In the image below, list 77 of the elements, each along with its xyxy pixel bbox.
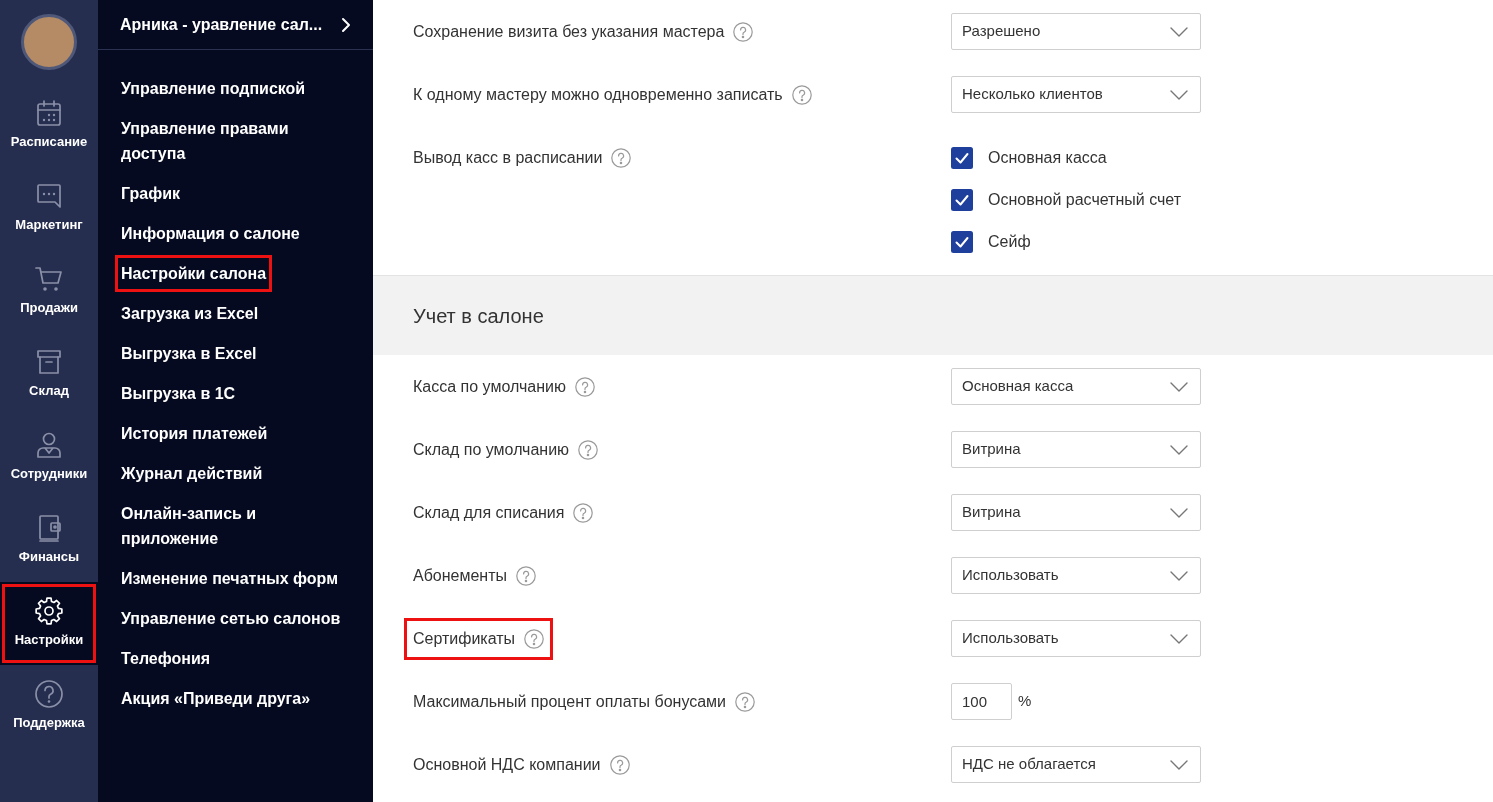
checkbox-label: Сейф xyxy=(988,232,1031,252)
rail-nav-item[interactable]: Продажи xyxy=(0,250,98,333)
sidebar-menu-item[interactable]: Журнал действий xyxy=(115,455,269,492)
calendar-icon xyxy=(34,98,64,128)
rail-nav-item[interactable]: Поддержка xyxy=(0,665,98,748)
chevron-down-icon xyxy=(1170,381,1188,392)
help-icon[interactable] xyxy=(735,691,756,712)
rail-nav-item[interactable]: Сотрудники xyxy=(0,416,98,499)
avatar xyxy=(21,14,77,70)
rail-nav-item[interactable]: Расписание xyxy=(0,84,98,167)
sidebar-menu-item[interactable]: Управление подпиской xyxy=(115,70,312,107)
dropdown[interactable]: Несколько клиентов xyxy=(951,76,1201,113)
setting-label: Максимальный процент оплаты бонусами xyxy=(413,691,727,712)
sidebar-menu-item[interactable]: Управление сетью салонов xyxy=(115,600,347,637)
chevron-down-icon xyxy=(1170,633,1188,644)
chevron-right-icon xyxy=(341,16,351,33)
setting-label: Сохранение визита без указания мастера xyxy=(413,21,725,42)
chevron-down-icon xyxy=(1170,26,1188,37)
help-icon[interactable] xyxy=(611,148,632,168)
dropdown[interactable]: Витрина xyxy=(951,494,1201,531)
chat-bubble-icon xyxy=(34,181,64,211)
dropdown[interactable]: Витрина xyxy=(951,431,1201,468)
number-field[interactable]: 100 xyxy=(951,683,1012,720)
checkbox[interactable] xyxy=(951,147,973,169)
help-icon[interactable] xyxy=(573,502,594,523)
dropdown[interactable]: Использовать xyxy=(951,557,1201,594)
setting-label: Склад для списания xyxy=(413,502,565,523)
setting-label: К одному мастеру можно одновременно записать xyxy=(413,84,783,105)
sidebar-menu-item[interactable]: Акция «Приведи друга» xyxy=(115,680,317,717)
sidebar-menu-item[interactable]: Настройки салона xyxy=(115,255,273,292)
checkbox-label: Основной расчетный счет xyxy=(988,190,1181,210)
checkbox[interactable] xyxy=(951,231,973,253)
rail-nav-item[interactable]: Финансы xyxy=(0,499,98,582)
sidebar-menu-item[interactable]: Информация о салоне xyxy=(115,215,306,252)
rail-nav-item[interactable]: Настройки xyxy=(0,582,98,665)
help-icon[interactable] xyxy=(574,376,595,397)
dropdown[interactable]: Разрешено xyxy=(951,13,1201,50)
sidebar-menu-item[interactable]: Выгрузка в Excel xyxy=(115,335,263,372)
dropdown[interactable]: Основная касса xyxy=(951,368,1201,405)
sidebar-menu-item[interactable]: Выгрузка в 1С xyxy=(115,375,242,412)
chevron-down-icon xyxy=(1170,507,1188,518)
help-icon[interactable] xyxy=(733,21,754,42)
chevron-down-icon xyxy=(1170,444,1188,455)
setting-label: Касса по умолчанию xyxy=(413,376,566,397)
checkbox-label: Основная касса xyxy=(988,148,1107,168)
rail-nav-item[interactable]: Склад xyxy=(0,333,98,416)
setting-label: Склад по умолчанию xyxy=(413,439,570,460)
settings-icon xyxy=(34,596,64,626)
setting-label: Сертификаты xyxy=(413,628,516,649)
dropdown[interactable]: НДС не облагается xyxy=(951,746,1201,783)
setting-label: Основной НДС компании xyxy=(413,754,601,775)
unit-label: % xyxy=(1018,691,1032,712)
sidebar-menu-item[interactable]: Загрузка из Excel xyxy=(115,295,265,332)
sidebar-menu-item[interactable]: Телефония xyxy=(115,640,217,677)
help-icon[interactable] xyxy=(524,628,545,649)
sidebar-menu-item[interactable]: Управление правами доступа xyxy=(115,110,353,172)
setting-label: Абонементы xyxy=(413,565,508,586)
chevron-down-icon xyxy=(1170,570,1188,581)
sidebar-menu-item[interactable]: Онлайн-запись и приложение xyxy=(115,495,353,557)
sidebar-menu-item[interactable]: История платежей xyxy=(115,415,274,452)
shopping-cart-icon xyxy=(34,264,64,294)
section-header: Учет в салоне xyxy=(373,275,1493,355)
help-icon[interactable] xyxy=(609,754,630,775)
setting-label: Вывод касс в расписании xyxy=(413,148,603,168)
chevron-down-icon xyxy=(1170,89,1188,100)
person-icon xyxy=(34,430,64,460)
help-icon[interactable] xyxy=(578,439,599,460)
sidebar-menu-item[interactable]: График xyxy=(115,175,186,212)
help-icon[interactable] xyxy=(791,84,812,105)
rail-nav-item[interactable]: Маркетинг xyxy=(0,167,98,250)
chevron-down-icon xyxy=(1170,759,1188,770)
sidebar-menu-item[interactable]: Изменение печатных форм xyxy=(115,560,344,597)
archive-box-icon xyxy=(34,347,64,377)
checkbox[interactable] xyxy=(951,189,973,211)
dropdown[interactable]: Использовать xyxy=(951,620,1201,657)
help-icon[interactable] xyxy=(516,565,537,586)
help-icon xyxy=(34,679,64,709)
